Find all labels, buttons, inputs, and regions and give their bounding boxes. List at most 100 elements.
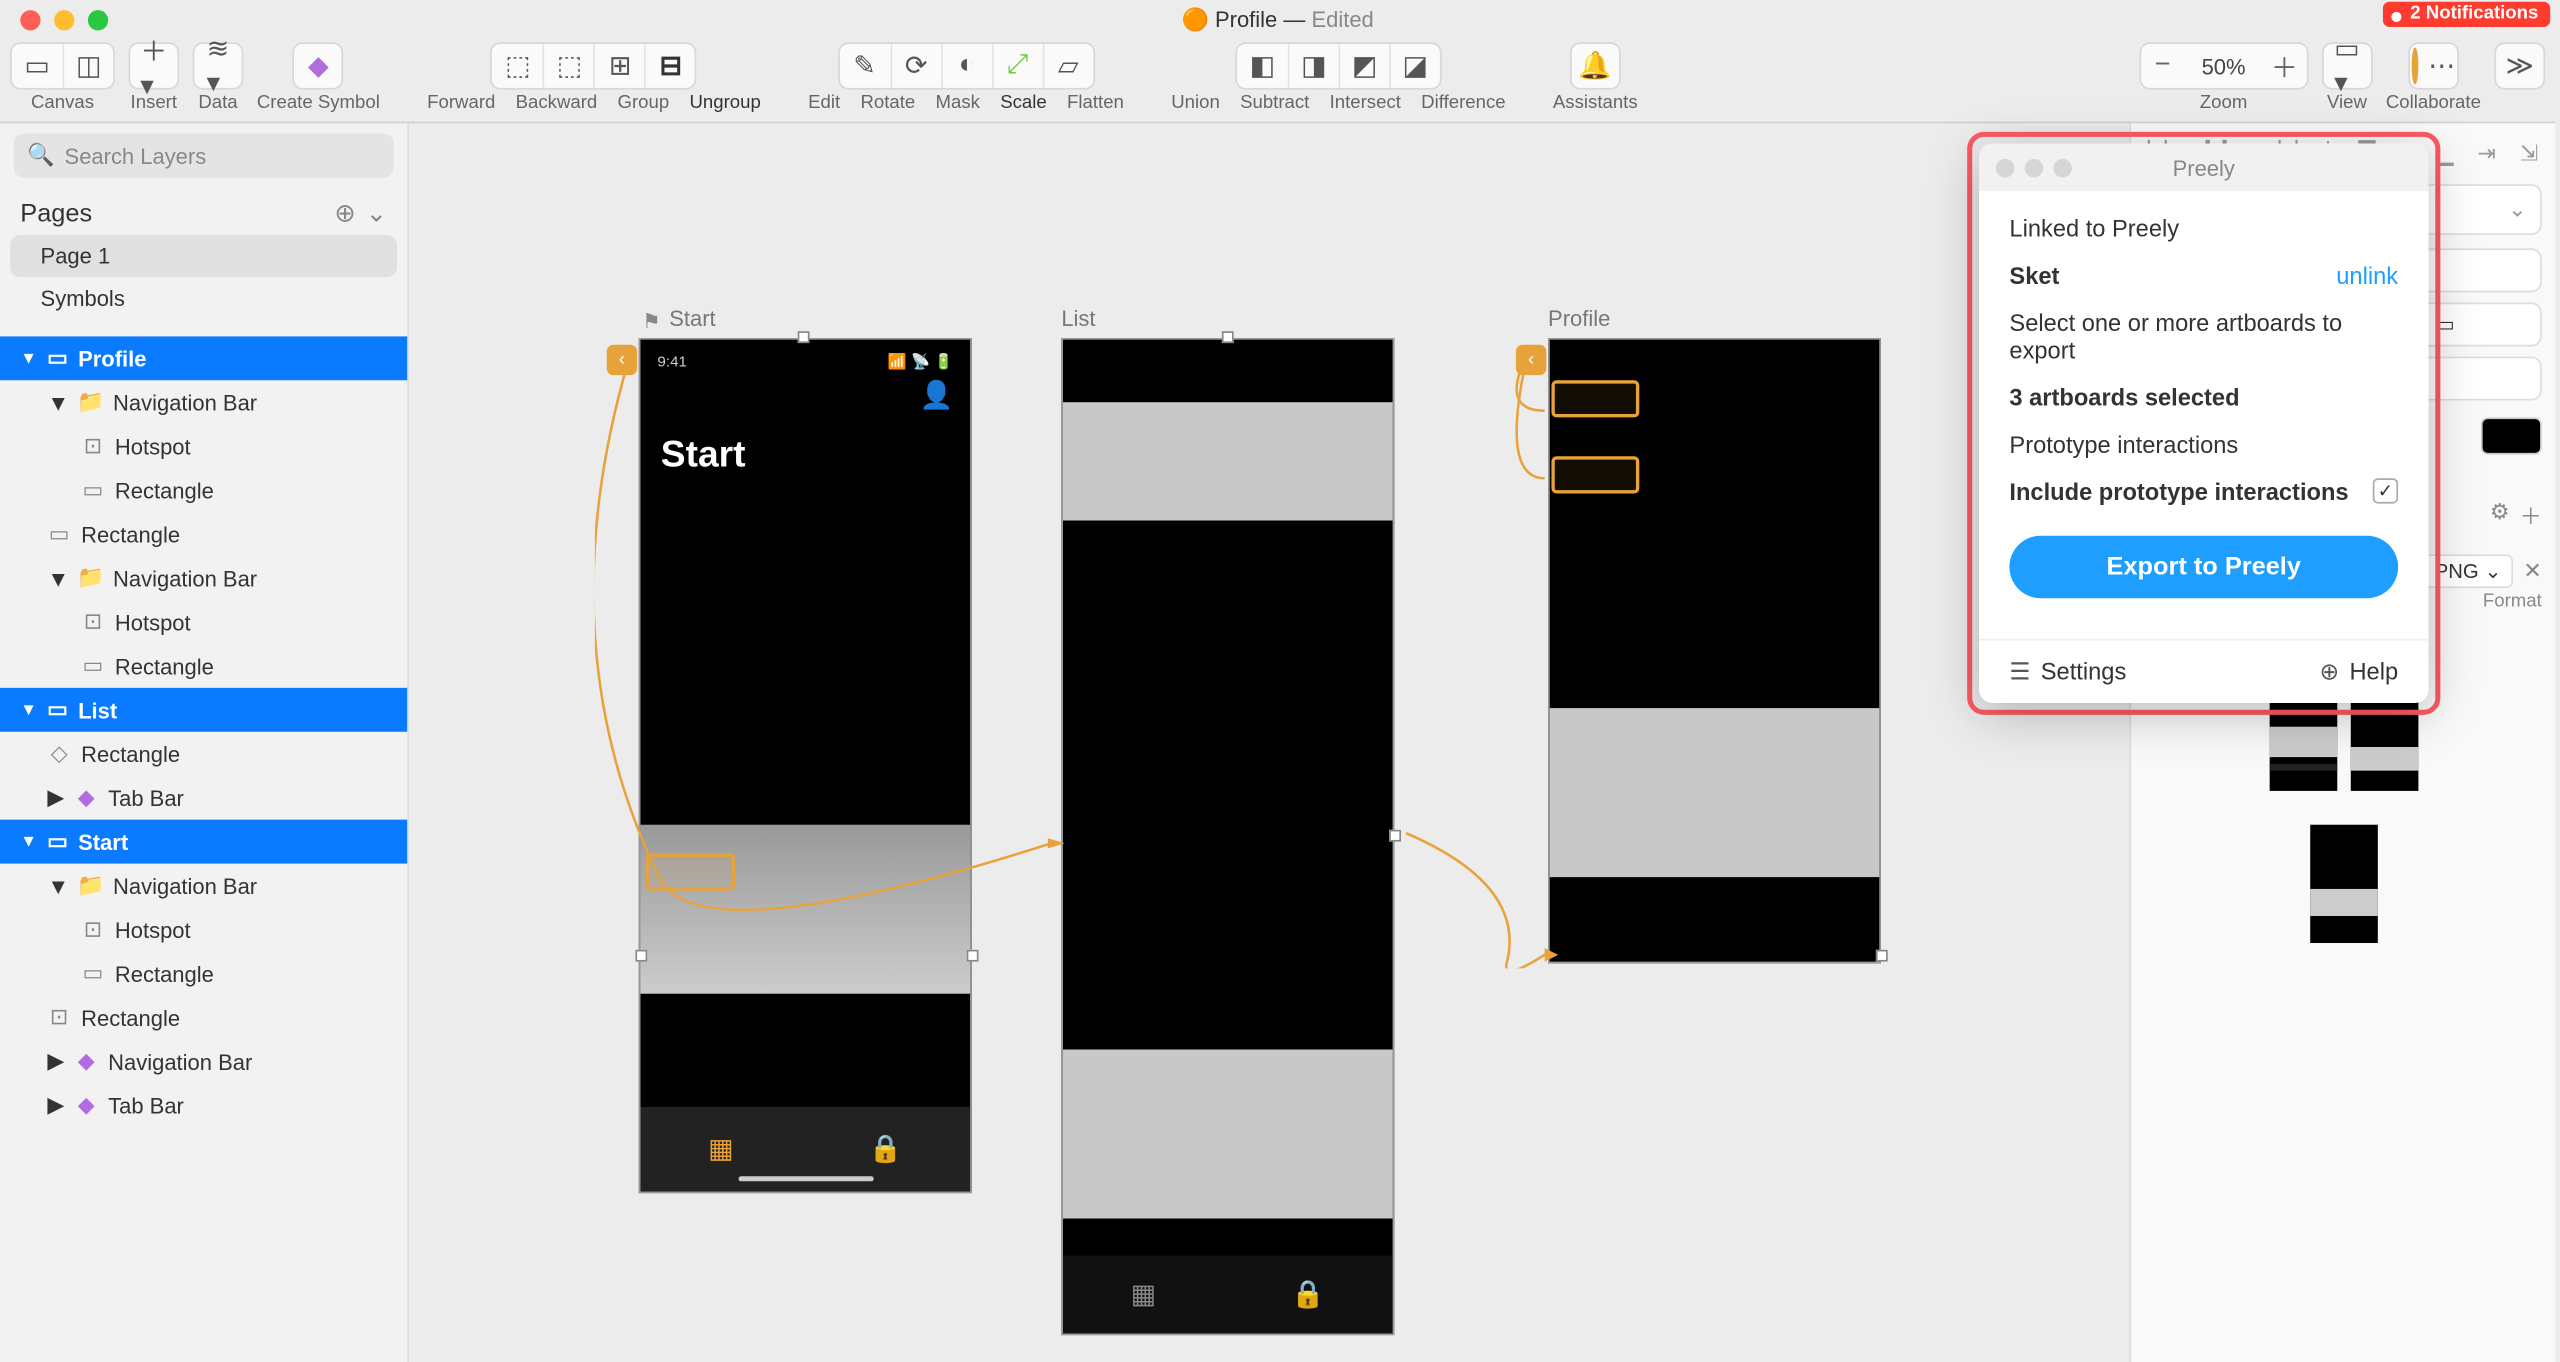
canvas-mode-icon[interactable]: ▭ xyxy=(12,44,63,88)
sidebar-toggle-button[interactable]: ≫ xyxy=(2494,42,2545,89)
intersect-icon[interactable]: ◩ xyxy=(1338,44,1389,88)
artboard-name[interactable]: List xyxy=(1061,306,1095,331)
components-mode-icon[interactable]: ◫ xyxy=(63,44,114,88)
edit-tools-buttons[interactable]: ✎ ⟳ ◐ ⤢ ▱ xyxy=(838,42,1095,89)
data-label: Data xyxy=(198,93,237,113)
layer-item[interactable]: ▶◆Navigation Bar xyxy=(0,1039,407,1083)
hotspot[interactable] xyxy=(1551,456,1639,493)
collaborate-button[interactable]: ⋯ xyxy=(2408,42,2459,89)
notifications-badge[interactable]: 2 Notifications xyxy=(2383,2,2550,27)
insert-label: Insert xyxy=(131,93,178,113)
layer-item[interactable]: ▶◆Tab Bar xyxy=(0,1083,407,1127)
zoom-in-button[interactable]: ＋ xyxy=(2262,46,2306,87)
layer-group[interactable]: ▼📁Navigation Bar xyxy=(0,380,407,424)
preely-selected-count: 3 artboards selected xyxy=(2009,384,2239,411)
zoom-value: 50% xyxy=(2185,53,2263,78)
add-icon[interactable]: ＋ xyxy=(2520,499,2542,531)
canvas-label: Canvas xyxy=(31,93,94,113)
edit-icon[interactable]: ⚙︎ xyxy=(2490,499,2510,531)
layer-item[interactable]: ⊡Rectangle xyxy=(0,995,407,1039)
insert-button[interactable]: ＋ ▾ xyxy=(128,42,179,89)
preely-highlight: Preely Linked to Preely Sket unlink Sele… xyxy=(1967,132,2440,715)
arrange-buttons[interactable]: ⬚ ⬚ ⊞ ⊟ xyxy=(491,42,697,89)
artboard-start[interactable]: 9:41📶 📡 🔋 👤 Start ▦🔒 xyxy=(639,338,972,1193)
back-arrow-icon[interactable]: ‹ xyxy=(1516,345,1546,375)
backward-icon[interactable]: ⬚ xyxy=(543,44,594,88)
preely-proto-label: Prototype interactions xyxy=(2009,431,2398,458)
export-previews xyxy=(2145,825,2542,943)
canvas-toggle-buttons[interactable]: ▭ ◫ xyxy=(10,42,115,89)
main-toolbar: ▭ ◫ Canvas ＋ ▾ Insert ≋ ▾ Data ◆ Create … xyxy=(0,39,2555,124)
artboard-profile[interactable] xyxy=(1548,338,1881,963)
layer-item[interactable]: ▭Rectangle xyxy=(0,468,407,512)
distribute-h-icon[interactable]: ⇥ xyxy=(2477,140,2495,167)
layer-item[interactable]: ▭Rectangle xyxy=(0,512,407,556)
layer-group[interactable]: ▼📁Navigation Bar xyxy=(0,556,407,600)
artboard-name[interactable]: Start xyxy=(669,306,715,331)
back-arrow-icon[interactable]: ‹ xyxy=(607,345,637,375)
window-titlebar: 🟠 Profile — Edited 2 Notifications xyxy=(0,0,2555,39)
page-item[interactable]: Page 1 xyxy=(10,235,397,277)
view-button[interactable]: ▭ ▾ xyxy=(2322,42,2373,89)
fill-swatch[interactable] xyxy=(2481,417,2542,454)
remove-export-icon[interactable]: ✕ xyxy=(2523,558,2541,585)
flag-icon: ⚑ xyxy=(642,309,660,333)
user-icon: 👤 xyxy=(641,372,971,413)
preely-linked-label: Linked to Preely xyxy=(2009,215,2398,242)
pages-chevron-icon[interactable]: ⌄ xyxy=(366,198,387,228)
mask-icon[interactable]: ◐ xyxy=(941,44,992,88)
assistants-label: Assistants xyxy=(1553,93,1638,113)
layer-item[interactable]: ◇Rectangle xyxy=(0,732,407,776)
tab-bar: ▦🔒 xyxy=(1063,1256,1393,1334)
preely-export-button[interactable]: Export to Preely xyxy=(2009,536,2398,599)
status-bar: 9:41📶 📡 🔋 xyxy=(641,340,971,372)
hotspot[interactable] xyxy=(646,853,736,890)
artboard-header-profile[interactable]: ▼▭ Profile xyxy=(0,336,407,380)
preely-unlink-link[interactable]: unlink xyxy=(2336,262,2398,289)
layer-item[interactable]: ⊡Hotspot xyxy=(0,600,407,644)
zoom-out-button[interactable]: − xyxy=(2141,51,2185,81)
artboard-list[interactable]: ▦🔒 xyxy=(1061,338,1394,1335)
hotspot[interactable] xyxy=(1551,380,1639,417)
scale-icon[interactable]: ⤢ xyxy=(991,44,1042,88)
edit-icon[interactable]: ✎ xyxy=(839,44,890,88)
subtract-icon[interactable]: ◨ xyxy=(1288,44,1339,88)
layer-item[interactable]: ▭Rectangle xyxy=(0,951,407,995)
preely-include-checkbox[interactable]: ✓ xyxy=(2373,478,2398,503)
forward-icon[interactable]: ⬚ xyxy=(493,44,544,88)
search-layers-input[interactable]: 🔍 Search Layers xyxy=(14,134,394,178)
window-title: 🟠 Profile — Edited xyxy=(0,6,2555,33)
search-icon: 🔍 xyxy=(27,142,54,169)
start-title: Start xyxy=(641,412,971,476)
union-icon[interactable]: ◧ xyxy=(1237,44,1288,88)
layer-item[interactable]: ⊡Hotspot xyxy=(0,908,407,952)
boolean-ops-buttons[interactable]: ◧ ◨ ◩ ◪ xyxy=(1235,42,1441,89)
layer-group[interactable]: ▼📁Navigation Bar xyxy=(0,864,407,908)
zoom-control[interactable]: − 50% ＋ xyxy=(2139,42,2308,89)
preely-project-name: Sket xyxy=(2009,262,2059,289)
preely-popover: Preely Linked to Preely Sket unlink Sele… xyxy=(1979,144,2429,703)
page-item[interactable]: Symbols xyxy=(10,277,397,319)
ungroup-icon[interactable]: ⊟ xyxy=(645,44,696,88)
preely-help-link[interactable]: ⊕Help xyxy=(2319,657,2398,686)
assistants-button[interactable]: 🔔 xyxy=(1570,42,1621,89)
layer-item[interactable]: ▶◆Tab Bar xyxy=(0,776,407,820)
artboard-header-start[interactable]: ▼▭ Start xyxy=(0,820,407,864)
create-symbol-button[interactable]: ◆ xyxy=(293,42,344,89)
rotate-icon[interactable]: ⟳ xyxy=(890,44,941,88)
flatten-icon[interactable]: ▱ xyxy=(1042,44,1093,88)
group-icon[interactable]: ⊞ xyxy=(594,44,645,88)
difference-icon[interactable]: ◪ xyxy=(1389,44,1440,88)
layer-item[interactable]: ▭Rectangle xyxy=(0,644,407,688)
data-button[interactable]: ≋ ▾ xyxy=(193,42,244,89)
distribute-v-icon[interactable]: ⇲ xyxy=(2520,140,2538,167)
artboard-header-list[interactable]: ▼▭ List xyxy=(0,688,407,732)
zoom-label: Zoom xyxy=(2200,93,2248,113)
preely-settings-link[interactable]: ☰Settings xyxy=(2009,657,2126,686)
canvas-area[interactable]: ⚑ Start List Profile 9:41📶 📡 🔋 👤 Start ▦… xyxy=(409,123,2129,1362)
layers-sidebar: 🔍 Search Layers Pages ⊕ ⌄ Page 1 Symbols… xyxy=(0,123,409,1362)
layer-item[interactable]: ⊡Hotspot xyxy=(0,424,407,468)
artboard-name[interactable]: Profile xyxy=(1548,306,1610,331)
add-page-icon[interactable]: ⊕ xyxy=(334,198,355,228)
preely-titlebar: Preely xyxy=(1979,144,2429,191)
